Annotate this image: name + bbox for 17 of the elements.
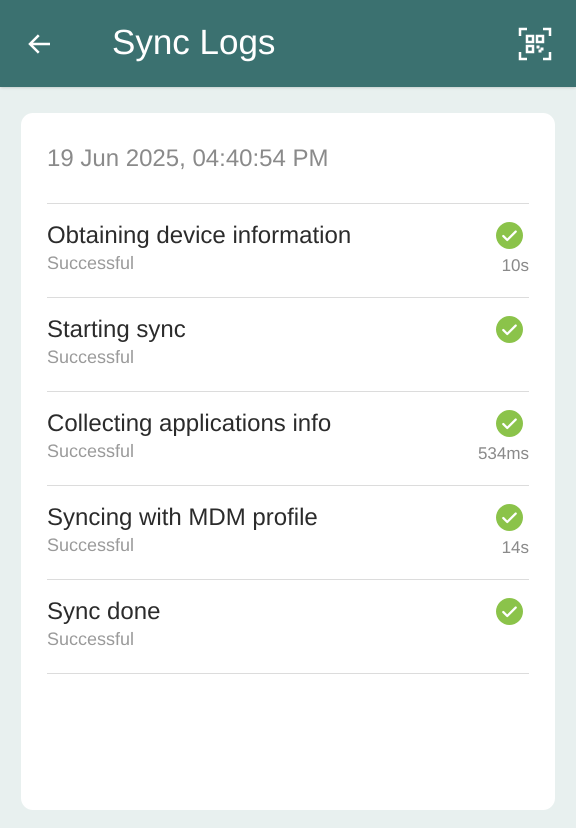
qr-scan-button[interactable]	[518, 26, 552, 60]
qr-code-icon	[518, 26, 552, 60]
step-status: Successful	[47, 440, 136, 462]
step-title: Collecting applications info	[47, 409, 332, 439]
step-status: Successful	[47, 252, 136, 274]
timestamp: 19 Jun 2025, 04:40:54 PM	[47, 141, 529, 204]
step-title: Sync done	[47, 597, 162, 627]
step-status: Successful	[47, 628, 136, 650]
step-status: Successful	[47, 534, 136, 556]
page-title: Sync Logs	[112, 22, 276, 64]
step-title: Obtaining device information	[47, 221, 352, 251]
step-title: Syncing with MDM profile	[47, 503, 319, 533]
step-status: Successful	[47, 346, 136, 368]
step-duration: 534ms	[478, 443, 529, 465]
step-duration: 10s	[502, 255, 529, 277]
step-duration: 14s	[502, 537, 529, 559]
step-title: Starting sync	[47, 315, 187, 345]
